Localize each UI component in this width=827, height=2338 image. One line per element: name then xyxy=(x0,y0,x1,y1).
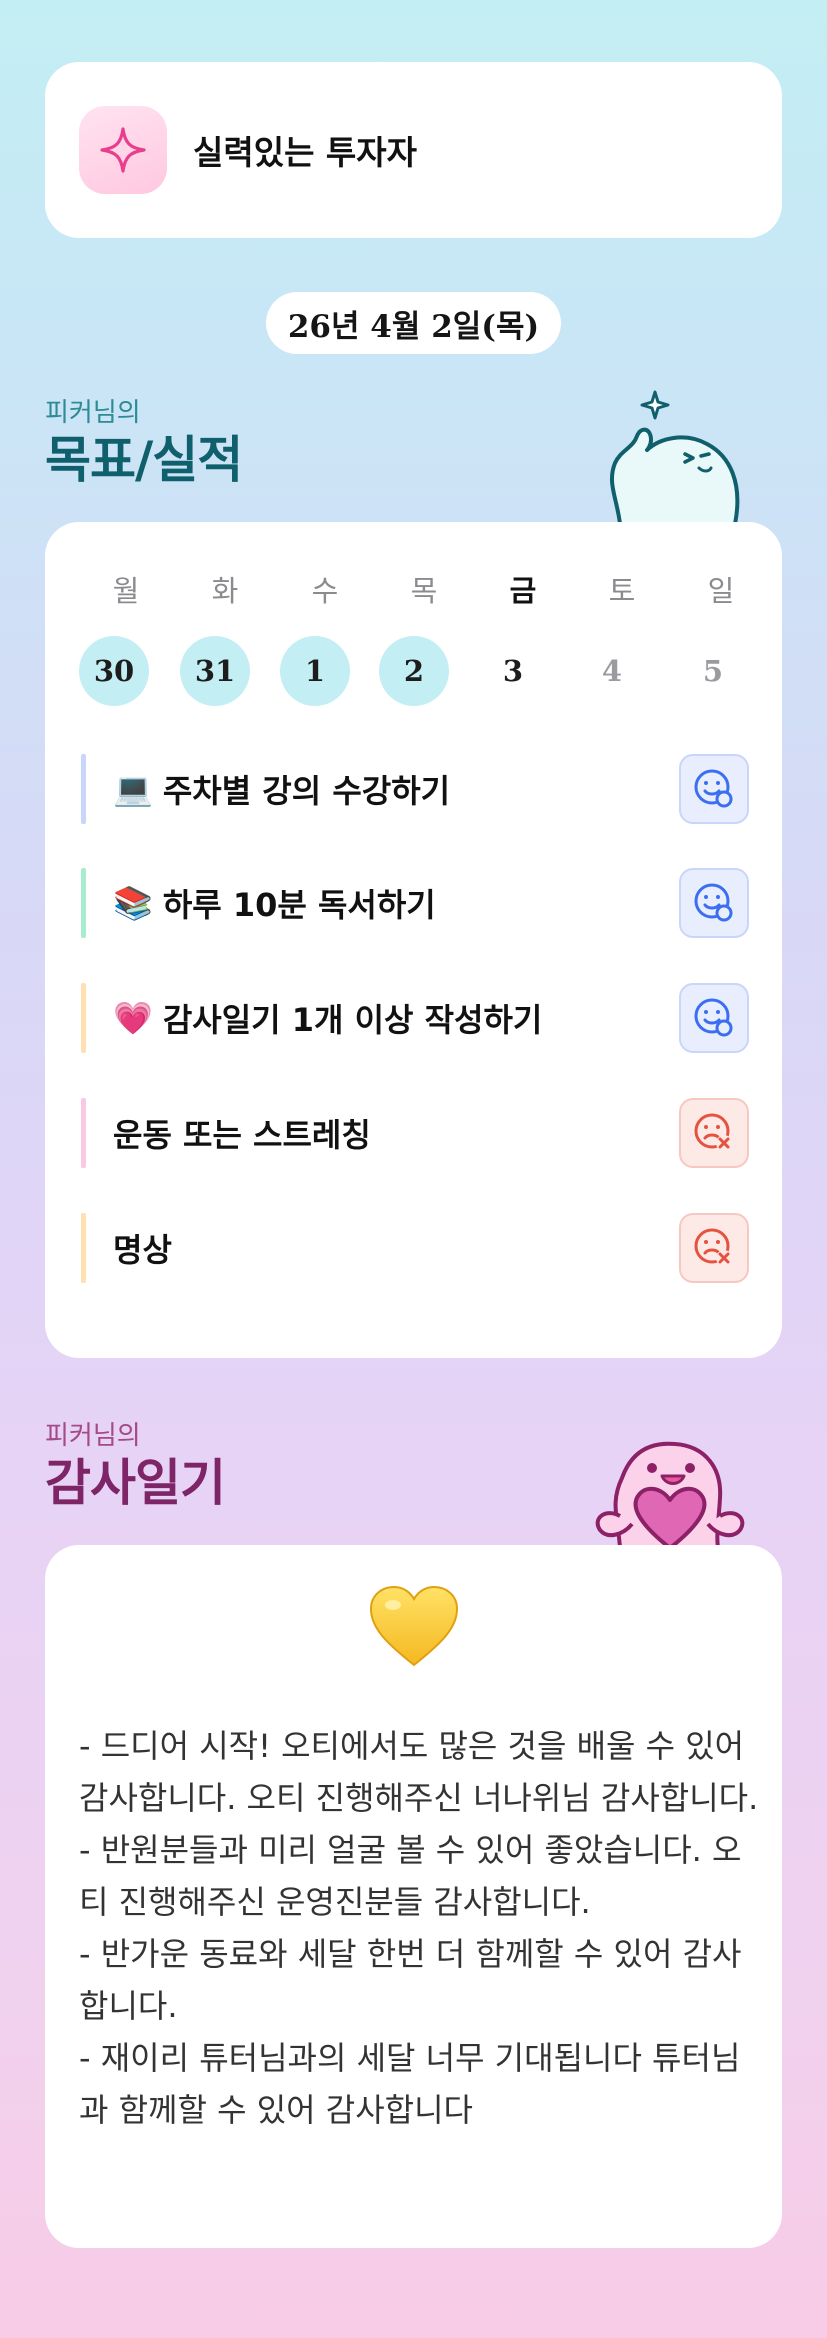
goals-card: 월 화 수 목 금 토 일 30 31 1 2 3 4 5 💻 주차별 강의 수… xyxy=(45,522,782,1358)
weekday-fri: 금 xyxy=(509,574,537,608)
weekday-tue: 화 xyxy=(211,574,239,608)
profile-card: 실력있는 투자자 xyxy=(45,62,782,238)
goals-title: 목표/실적 xyxy=(45,431,243,489)
goal-label: 감사일기 1개 이상 작성하기 xyxy=(162,1001,543,1039)
goal-status-button[interactable] xyxy=(679,983,749,1053)
laptop-icon: 💻 xyxy=(113,770,153,808)
goal-label: 하루 10분 독서하기 xyxy=(162,886,436,924)
profile-title: 실력있는 투자자 xyxy=(193,133,418,172)
smile-check-icon xyxy=(694,998,733,1037)
goal-label: 명상 xyxy=(113,1231,172,1269)
goal-color-bar xyxy=(81,983,86,1053)
goal-row-reading: 📚 하루 10분 독서하기 xyxy=(81,868,749,938)
books-icon: 📚 xyxy=(113,884,153,922)
day-5[interactable]: 5 xyxy=(678,636,748,706)
goal-row-gratitude: 💗 감사일기 1개 이상 작성하기 xyxy=(81,983,749,1053)
goal-row-lecture: 💻 주차별 강의 수강하기 xyxy=(81,754,749,824)
day-4[interactable]: 4 xyxy=(577,636,647,706)
gratitude-journal-card: - 드디어 시작! 오티에서도 많은 것을 배울 수 있어 감사합니다. 오티 … xyxy=(45,1545,782,2248)
goal-color-bar xyxy=(81,754,86,824)
goal-status-button[interactable] xyxy=(679,1213,749,1283)
goal-color-bar xyxy=(81,868,86,938)
thanks-title: 감사일기 xyxy=(45,1454,226,1512)
weekday-wed: 수 xyxy=(311,574,339,608)
date-pill[interactable]: 26년 4월 2일(목) xyxy=(266,292,561,354)
day-2[interactable]: 2 xyxy=(379,636,449,706)
heart-mascot-illustration xyxy=(595,1441,745,1548)
heart-icon: 💗 xyxy=(113,999,153,1037)
goal-status-button[interactable] xyxy=(679,1098,749,1168)
sad-x-icon xyxy=(694,1228,732,1266)
smile-check-icon xyxy=(694,883,733,922)
weekday-mon: 월 xyxy=(112,574,140,608)
smile-check-icon xyxy=(694,769,733,808)
day-3[interactable]: 3 xyxy=(478,636,548,706)
goal-row-exercise: 운동 또는 스트레칭 xyxy=(81,1098,749,1168)
sad-x-icon xyxy=(694,1113,732,1151)
ghost-mascot-illustration xyxy=(610,390,740,524)
day-1[interactable]: 1 xyxy=(280,636,350,706)
goal-color-bar xyxy=(81,1213,86,1283)
weekday-thu: 목 xyxy=(410,574,438,608)
yellow-heart-icon xyxy=(45,1585,782,1671)
goal-status-button[interactable] xyxy=(679,754,749,824)
weekday-sat: 토 xyxy=(608,574,636,608)
gratitude-journal-text: - 드디어 시작! 오티에서도 많은 것을 배울 수 있어 감사합니다. 오티 … xyxy=(79,1727,759,2129)
goal-status-button[interactable] xyxy=(679,868,749,938)
day-31[interactable]: 31 xyxy=(180,636,250,706)
goal-label: 주차별 강의 수강하기 xyxy=(162,772,451,810)
day-30[interactable]: 30 xyxy=(79,636,149,706)
goal-row-meditation: 명상 xyxy=(81,1213,749,1283)
weekday-sun: 일 xyxy=(707,574,735,608)
goal-color-bar xyxy=(81,1098,86,1168)
sparkle-icon xyxy=(79,106,167,194)
goal-label: 운동 또는 스트레칭 xyxy=(113,1116,371,1154)
